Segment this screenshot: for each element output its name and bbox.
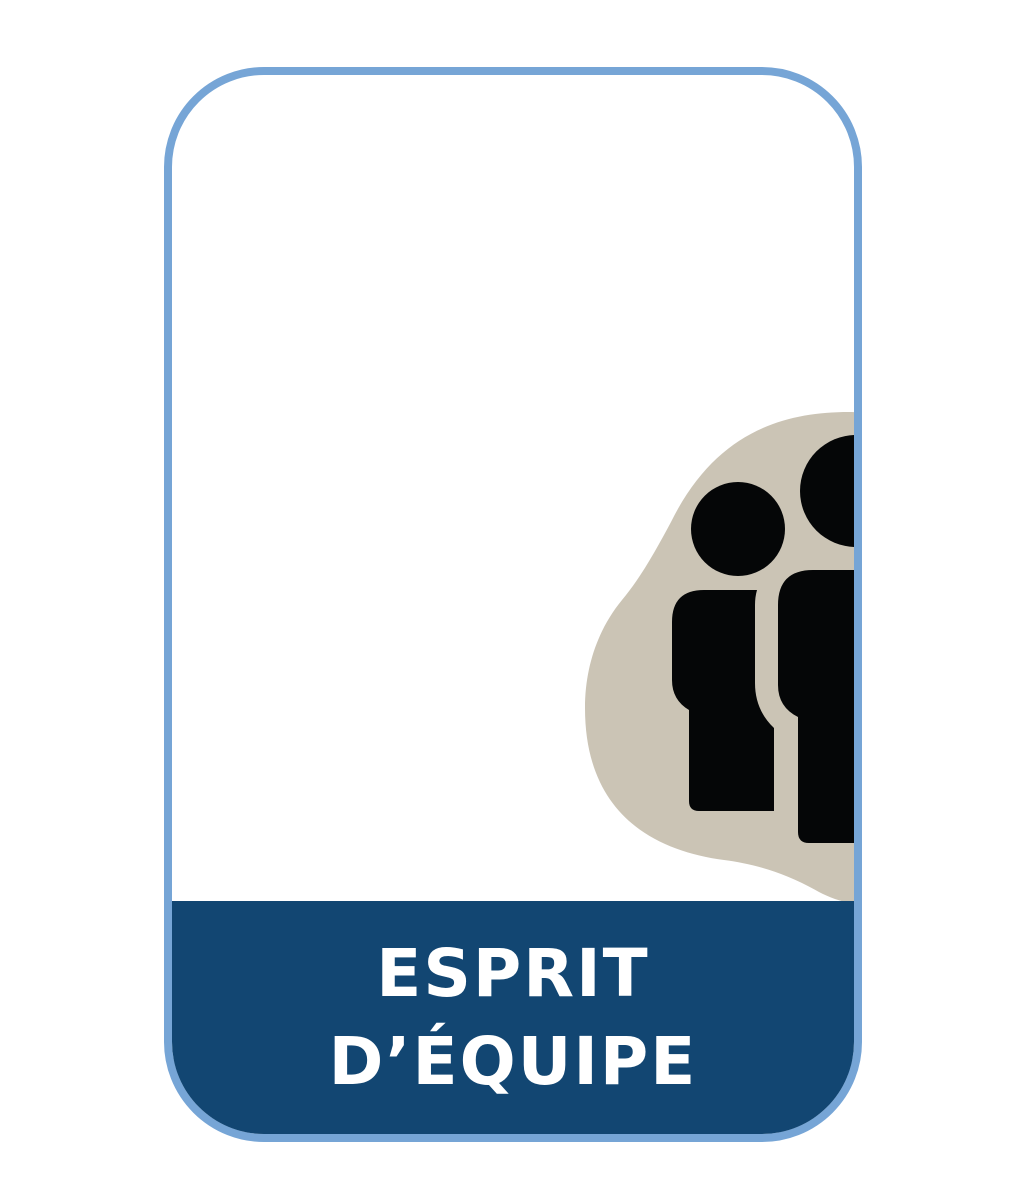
left-person-head <box>691 482 785 576</box>
icon-area <box>172 75 854 911</box>
label-band: ESPRIT D’ÉQUIPE <box>172 901 854 1134</box>
team-spirit-card: ESPRIT D’ÉQUIPE <box>164 67 862 1142</box>
label-line-1: ESPRIT <box>376 934 650 1012</box>
label-line-2: D’ÉQUIPE <box>328 1022 698 1100</box>
team-people-icon <box>585 412 854 904</box>
